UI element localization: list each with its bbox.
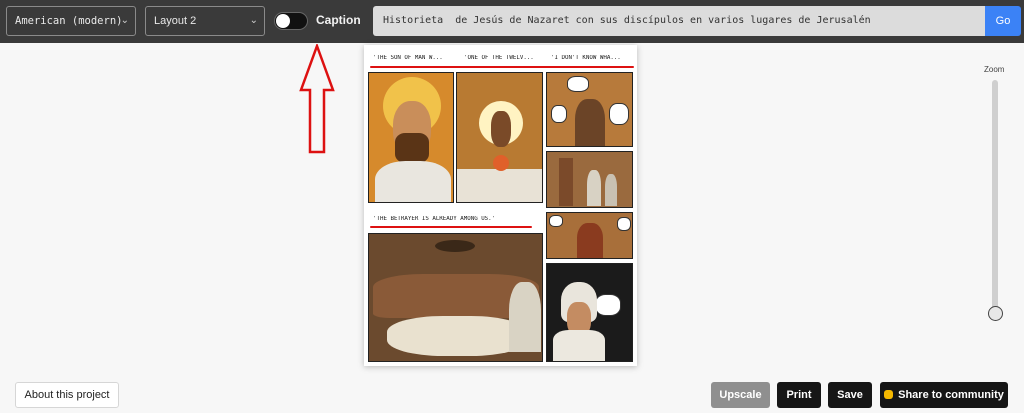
toggle-knob [276,14,290,28]
share-label: Share to community [898,389,1004,401]
style-select-value: American (modern) [15,15,123,27]
caption-panel-1: 'THE SON OF MAN W... [373,55,443,61]
comic-panel [546,151,633,208]
prompt-input[interactable] [373,6,985,36]
caption-label: Caption [316,13,361,27]
layout-select-value: Layout 2 [154,15,197,27]
save-button[interactable]: Save [828,382,872,408]
comic-panel [546,72,633,147]
caption-panel-3: 'I DON'T KNOW WHA... [551,55,621,61]
comic-panel [546,263,633,362]
chevron-down-icon: ⌄ [120,15,129,26]
upscale-button[interactable]: Upscale [711,382,770,408]
zoom-slider-track[interactable] [992,80,998,316]
zoom-slider-thumb[interactable] [988,306,1003,321]
caption-panel-2: 'ONE OF THE TWELV... [464,55,534,61]
caption-panel-4: 'THE BETRAYER IS ALREADY AMONG US.' [373,216,496,222]
annotation-arrow-icon [299,44,335,154]
hand-icon [884,390,894,399]
caption-underline [370,226,532,228]
style-select[interactable]: American (modern) ⌄ [6,6,136,36]
comic-panel [546,212,633,259]
comic-page: 'THE SON OF MAN W... 'ONE OF THE TWELV..… [364,45,637,366]
layout-select[interactable]: Layout 2 ⌄ [145,6,265,36]
comic-panel [368,72,454,203]
share-to-community-button[interactable]: Share to community [880,382,1008,408]
about-project-button[interactable]: About this project [15,382,119,408]
comic-panel [368,233,543,362]
top-toolbar: American (modern) ⌄ Layout 2 ⌄ Caption G… [0,0,1024,43]
comic-panel [456,72,543,203]
go-button[interactable]: Go [985,6,1021,36]
chevron-down-icon: ⌄ [249,15,258,26]
caption-underline [370,66,634,68]
zoom-label: Zoom [984,65,1005,74]
caption-toggle[interactable] [274,12,308,30]
print-button[interactable]: Print [777,382,821,408]
